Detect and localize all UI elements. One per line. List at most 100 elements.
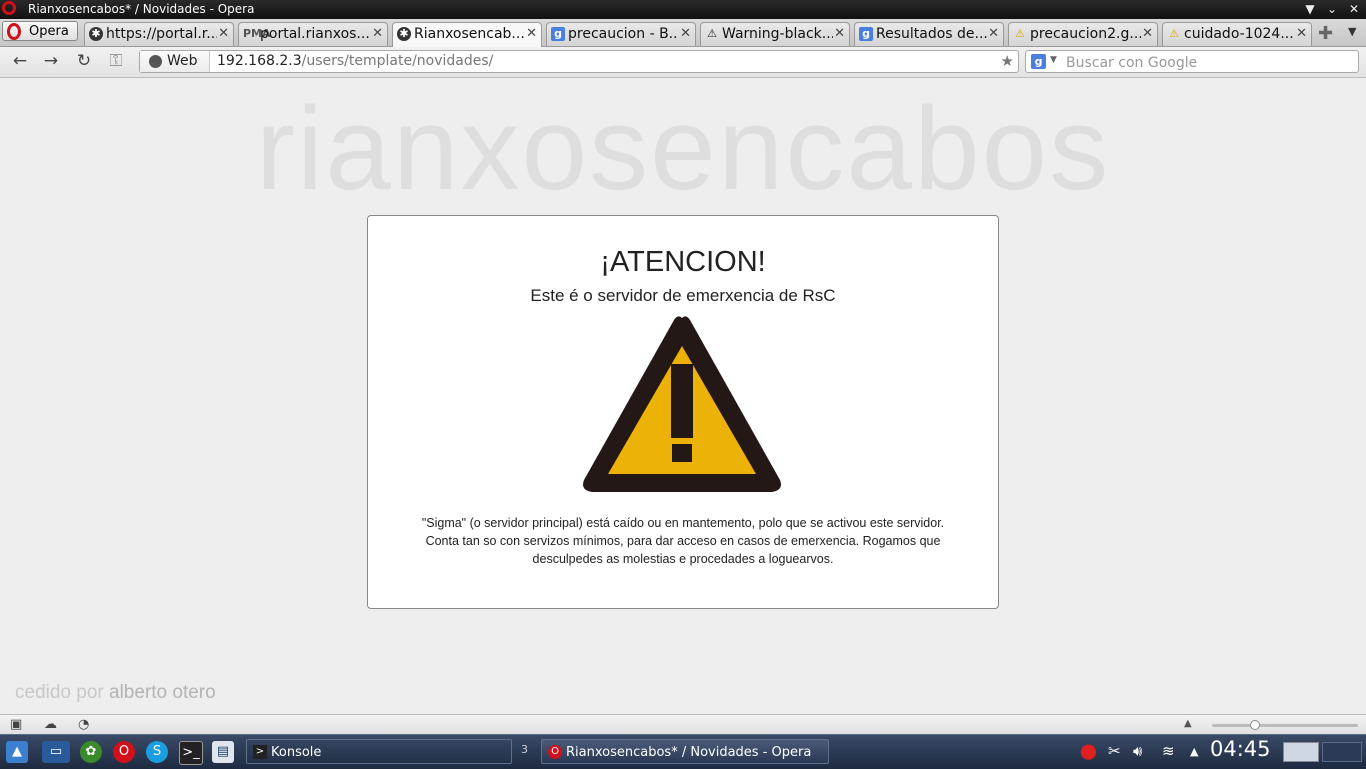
terminal-icon[interactable]: >_	[179, 741, 203, 765]
app-launcher-icon[interactable]: ▲	[6, 741, 28, 763]
zoom-slider-handle[interactable]	[1250, 720, 1261, 730]
search-box[interactable]: g ▼	[1025, 50, 1359, 73]
tab-precaucion-search[interactable]: g precaucion - B... ✕	[546, 22, 696, 46]
task-opera[interactable]: O Rianxosencabos* / Novidades - Opera	[541, 739, 829, 764]
warning-icon: ⚠	[707, 27, 717, 40]
opera-tray-icon[interactable]: ⬤	[1080, 742, 1097, 760]
window-titlebar: Rianxosencabos* / Novidades - Opera ▼ ⌄ …	[0, 0, 1366, 19]
url-path: /users/template/novidades/	[301, 53, 494, 69]
desktop-preview-1[interactable]	[1283, 742, 1319, 762]
tab-portal-https[interactable]: ✱ https://portal.r... ✕	[84, 22, 234, 46]
desktop-pager[interactable]: 3	[521, 743, 528, 756]
skype-icon[interactable]: S	[146, 741, 168, 763]
tab-label: Warning-black...	[722, 26, 833, 42]
warning-subheading: Este é o servidor de emerxencia de RsC	[530, 286, 836, 305]
site-info-label: Web	[167, 53, 198, 69]
tab-close-button[interactable]: ✕	[218, 23, 229, 45]
tab-close-button[interactable]: ✕	[680, 23, 691, 45]
window-menu-button[interactable]: ▼	[1302, 0, 1318, 19]
tab-label: https://portal.r...	[106, 26, 217, 42]
task-konsole[interactable]: > Konsole	[246, 739, 512, 764]
zoom-popup-chevron-up-icon[interactable]: ▲	[1184, 718, 1192, 729]
tab-label: Resultados de...	[876, 26, 987, 42]
tab-label: cuidado-1024...	[1184, 26, 1294, 42]
task-label: Konsole	[271, 745, 322, 760]
credit-prefix: cedido por	[15, 682, 104, 703]
tab-bar: Opera ✱ https://portal.r... ✕ PMA portal…	[0, 19, 1366, 47]
opera-menu-label: Opera	[29, 24, 69, 39]
address-bar[interactable]: Web 192.168.2.3/users/template/novidades…	[139, 50, 1019, 73]
search-engine-dropdown-icon[interactable]: ▼	[1050, 55, 1057, 65]
desktop-taskbar: ▲ ▭ ✿ O S >_ ▤ > Konsole 3 O Rianxosenca…	[0, 734, 1366, 769]
cloud-icon[interactable]: ☁	[44, 717, 57, 732]
url-text[interactable]: 192.168.2.3/users/template/novidades/	[217, 51, 493, 72]
terminal-icon: >	[253, 745, 267, 759]
search-input[interactable]	[1064, 52, 1353, 73]
tray-expand-chevron-up-icon[interactable]: ▲	[1190, 745, 1198, 758]
close-window-button[interactable]: ✕	[1346, 0, 1362, 19]
tab-close-button[interactable]: ✕	[372, 23, 383, 45]
warning-yellow-icon: ⚠	[1015, 27, 1025, 40]
back-arrow-icon[interactable]: ←	[9, 52, 31, 70]
warning-black-icon: ⚠	[1169, 27, 1179, 40]
site-info-button[interactable]: Web	[140, 51, 210, 72]
speedometer-icon[interactable]: ◔	[78, 717, 89, 732]
warning-card: ¡ATENCION! Este é o servidor de emerxenc…	[367, 215, 999, 609]
opera-menu-button[interactable]: Opera	[2, 21, 78, 41]
tab-close-button[interactable]: ✕	[1296, 23, 1307, 45]
tab-warning-black[interactable]: ⚠ Warning-black... ✕	[700, 22, 850, 46]
new-tab-plus-icon[interactable]: ✚	[1318, 23, 1333, 44]
credit-author: alberto otero	[109, 682, 216, 703]
tab-close-button[interactable]: ✕	[526, 23, 537, 45]
tab-portal-pma[interactable]: PMA portal.rianxos... ✕	[238, 22, 388, 46]
file-manager-icon[interactable]: ▤	[212, 741, 234, 763]
tab-label: Rianxosencab...	[414, 26, 525, 42]
tab-label: precaucion - B...	[568, 26, 679, 42]
wifi-icon[interactable]: ≋	[1162, 742, 1175, 760]
volume-icon[interactable]: 🔊︎	[1133, 742, 1142, 760]
navigation-bar: ← → ↻ ⚿ Web 192.168.2.3/users/template/n…	[0, 47, 1366, 78]
scissors-icon[interactable]: ✂	[1108, 742, 1121, 760]
forward-arrow-icon[interactable]: →	[40, 52, 62, 70]
tab-close-button[interactable]: ✕	[1142, 23, 1153, 45]
google-icon: g	[859, 27, 873, 41]
opera-icon[interactable]: O	[113, 741, 135, 763]
site-watermark-title: rianxosencabos	[255, 83, 1111, 215]
desktop-icon[interactable]: ▭	[42, 741, 70, 763]
warning-message: "Sigma" (o servidor principal) está caíd…	[421, 516, 945, 566]
tab-precaucion2[interactable]: ⚠ precaucion2.g... ✕	[1008, 22, 1158, 46]
tab-label: portal.rianxos...	[260, 26, 370, 42]
warning-heading: ¡ATENCION!	[600, 246, 766, 278]
globe-icon	[149, 55, 162, 68]
circle-o-icon: ✱	[89, 27, 103, 41]
google-icon: g	[551, 27, 565, 41]
pma-icon: PMA	[243, 27, 271, 40]
opera-logo-icon	[2, 1, 16, 15]
tab-list-chevron-down-icon[interactable]: ▼	[1348, 25, 1356, 38]
circle-o-icon: ✱	[397, 27, 411, 41]
zoom-slider[interactable]	[1212, 720, 1358, 730]
task-label: Rianxosencabos* / Novidades - Opera	[566, 745, 812, 760]
minimize-button[interactable]: ⌄	[1324, 0, 1340, 19]
opera-icon: O	[548, 745, 562, 759]
tab-close-button[interactable]: ✕	[834, 23, 845, 45]
key-icon[interactable]: ⚿	[105, 52, 127, 70]
tab-rianxosencabos[interactable]: ✱ Rianxosencab... ✕	[392, 22, 542, 47]
tab-cuidado[interactable]: ⚠ cuidado-1024... ✕	[1162, 22, 1312, 46]
warning-triangle-icon	[583, 316, 781, 492]
window-controls: ▼ ⌄ ✕	[1302, 0, 1362, 19]
window-title: Rianxosencabos* / Novidades - Opera	[28, 2, 255, 16]
opera-logo-icon	[7, 23, 21, 40]
tab-label: precaucion2.g...	[1030, 26, 1141, 42]
google-search-engine-icon[interactable]: g	[1031, 54, 1046, 69]
bookmark-star-icon[interactable]: ★	[1001, 51, 1014, 72]
clock[interactable]: 04:45	[1210, 737, 1271, 761]
page-content: rianxosencabos ¡ATENCION! Este é o servi…	[0, 78, 1366, 714]
tab-close-button[interactable]: ✕	[988, 23, 999, 45]
tab-resultados[interactable]: g Resultados de... ✕	[854, 22, 1004, 46]
desktop-preview-2[interactable]	[1322, 742, 1362, 762]
linux-penguin-icon[interactable]: ✿	[80, 741, 102, 763]
status-bar: ▣ ☁ ◔ ▲	[0, 714, 1366, 735]
panel-toggle-icon[interactable]: ▣	[10, 717, 22, 732]
reload-icon[interactable]: ↻	[73, 52, 95, 70]
